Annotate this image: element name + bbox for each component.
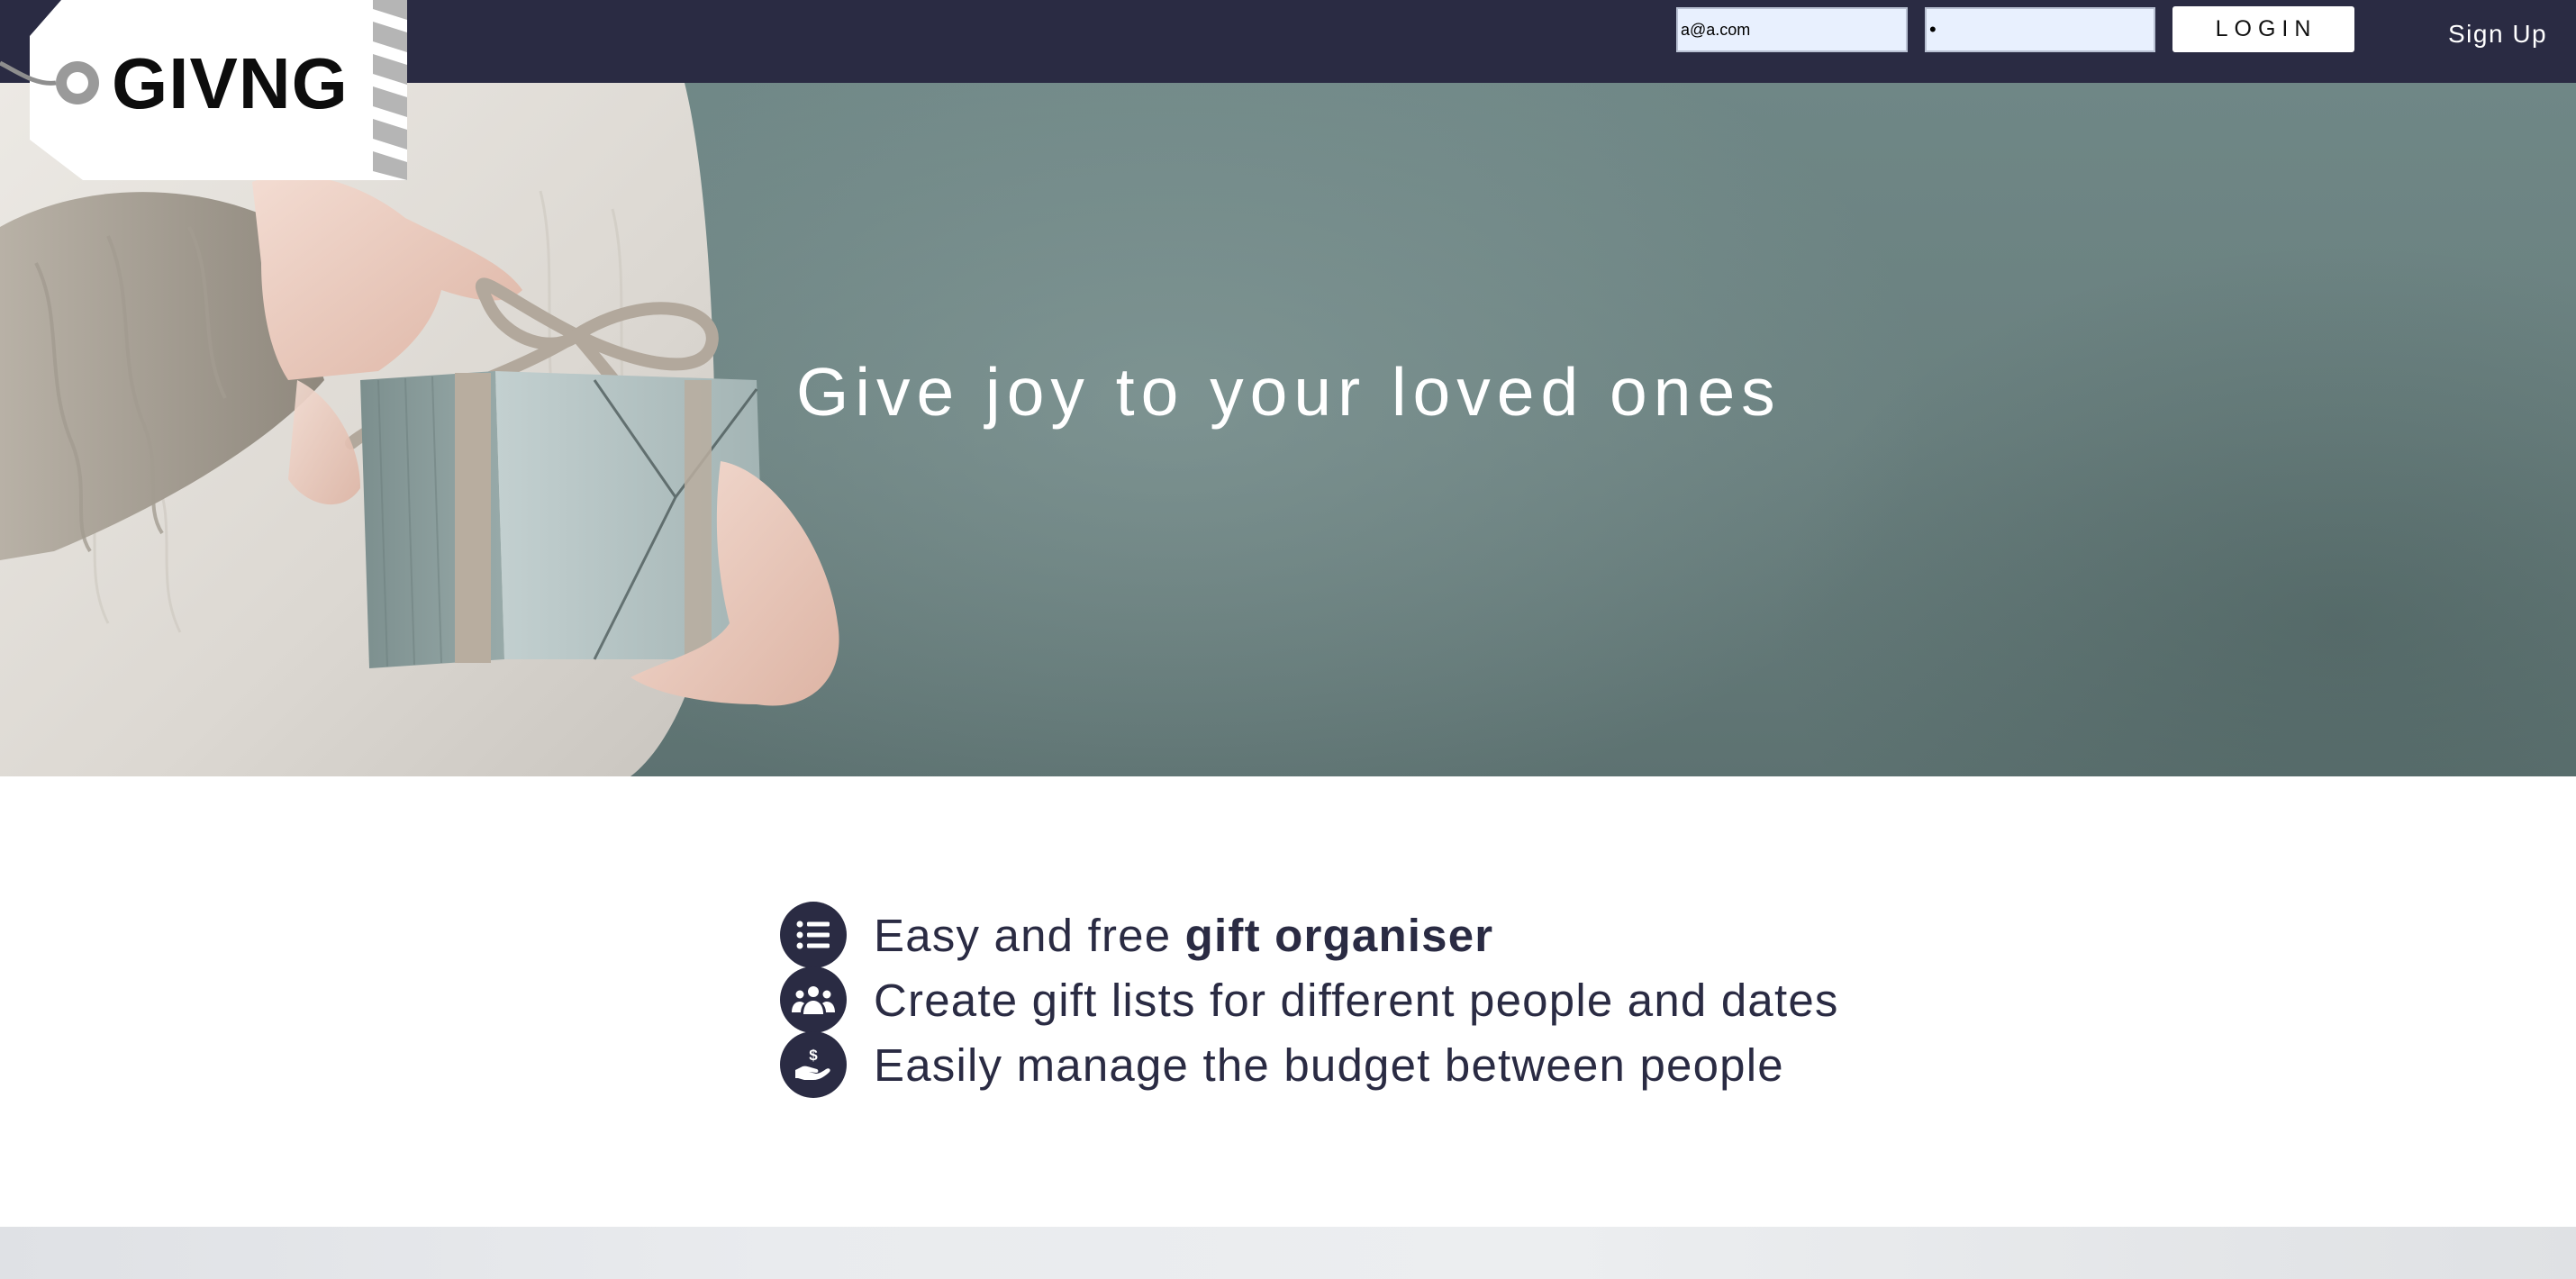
hero-title: Give joy to your loved ones — [796, 354, 1782, 430]
email-input[interactable] — [1676, 7, 1908, 52]
feature-text: Create gift lists for different people a… — [874, 974, 1839, 1026]
people-group-icon — [780, 966, 847, 1033]
next-section-band — [0, 1227, 2576, 1279]
login-button[interactable]: LOGIN — [2172, 6, 2354, 52]
signup-link[interactable]: Sign Up — [2448, 20, 2547, 49]
feature-item: Create gift lists for different people a… — [780, 966, 1839, 1033]
password-input[interactable] — [1925, 7, 2155, 52]
gift-box-hands-photo — [0, 83, 839, 776]
hero-banner: Give joy to your loved ones — [0, 83, 2576, 776]
svg-text:$: $ — [809, 1047, 818, 1064]
feature-text: Easily manage the budget between people — [874, 1039, 1784, 1091]
feature-text: Easy and free gift organiser — [874, 909, 1494, 961]
list-icon — [780, 902, 847, 968]
hand-money-icon: $ — [780, 1031, 847, 1098]
logo-wordmark: GIVNG — [112, 43, 349, 123]
feature-item: Easy and free gift organiser — [780, 902, 1494, 968]
givng-logo[interactable]: GIVNG — [0, 0, 411, 180]
feature-item: $ Easily manage the budget between peopl… — [780, 1031, 1784, 1098]
